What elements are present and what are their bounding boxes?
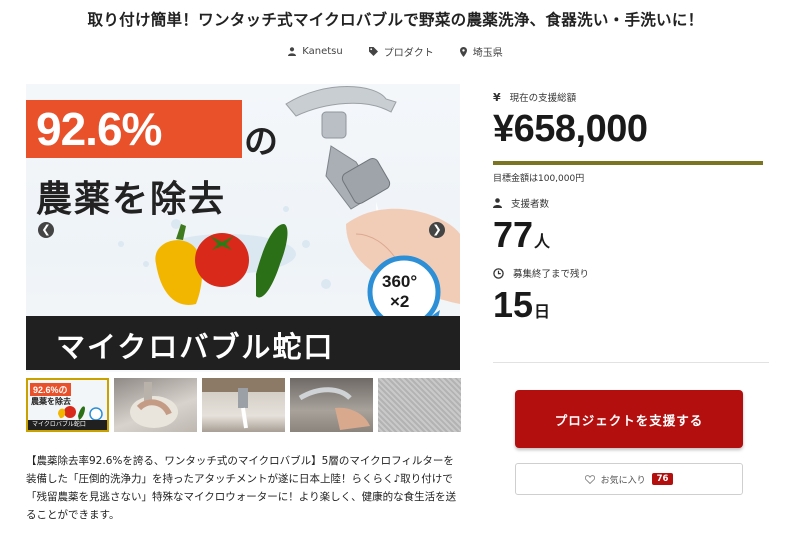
project-title: 取り付け簡単！ワンタッチ式マイクロバブルで野菜の農薬洗浄、食器洗い・手洗いに！	[87, 11, 704, 29]
thumbnail-4[interactable]	[290, 378, 373, 432]
support-project-button[interactable]: プロジェクトを支援する	[515, 390, 743, 448]
carousel-prev-button[interactable]: ❮	[38, 222, 54, 238]
location-name: 埼玉県	[472, 48, 503, 59]
hero-image[interactable]: 92.6% の 農薬を除去 360° ×2 マイクロバブル蛇口	[26, 84, 460, 372]
hero-percentage-badge: 92.6%	[26, 100, 242, 158]
funding-stats: ¥ 現在の支援総額 ¥658,000 目標金額は100,000円 支援者数 77…	[493, 90, 769, 326]
user-icon	[288, 47, 297, 56]
backers-label: 支援者数	[511, 199, 550, 210]
favorite-count-badge: 76	[651, 473, 674, 485]
backers-unit: 人	[534, 234, 551, 251]
thumbnail-3[interactable]	[202, 378, 285, 432]
thumbnail-strip: 92.6%の 農薬を除去 マイクロバブル蛇口	[26, 378, 461, 432]
thumbnail-2-image	[130, 382, 178, 428]
raised-amount: ¥658,000	[493, 108, 648, 150]
chevron-left-icon: ❮	[41, 223, 51, 236]
thumbnail-5[interactable]	[378, 378, 461, 432]
user-icon	[493, 198, 502, 208]
hero-banner-text: マイクロバブル蛇口	[56, 330, 335, 364]
chevron-right-icon: ❯	[432, 223, 442, 236]
favorite-button[interactable]: お気に入り 76	[515, 463, 743, 495]
author-link[interactable]: Kanetsu	[288, 44, 343, 59]
project-meta: Kanetsu プロダクト 埼玉県	[0, 44, 791, 59]
goal-text: 目標金額は100,000円	[493, 174, 585, 184]
raised-label: 現在の支援総額	[509, 93, 577, 104]
heart-icon	[584, 474, 595, 484]
rotation-badge-bottom: ×2	[390, 292, 410, 311]
author-name: Kanetsu	[302, 46, 343, 57]
remaining-unit: 日	[534, 304, 551, 321]
remaining-number: 15	[493, 284, 534, 325]
hero-percentage-text: 92.6%	[36, 103, 162, 155]
remaining-label-row: 募集終了まで残り	[493, 266, 769, 280]
thumbnail-1[interactable]: 92.6%の 農薬を除去 マイクロバブル蛇口	[26, 378, 109, 432]
favorite-label: お気に入り	[600, 475, 646, 486]
hero-headline: 農薬を除去	[36, 179, 227, 220]
rotation-badge-top: 360°	[382, 272, 418, 291]
raised-label-row: ¥ 現在の支援総額	[493, 90, 769, 105]
backers-label-row: 支援者数	[493, 196, 769, 210]
funding-progress-bar	[493, 161, 763, 165]
remaining-label: 募集終了まで残り	[513, 269, 590, 280]
thumbnail-2[interactable]	[114, 378, 197, 432]
clock-icon	[493, 267, 504, 279]
thumbnail-4-image	[298, 387, 370, 430]
tag-icon	[368, 47, 378, 56]
map-pin-icon	[459, 46, 467, 57]
category-name: プロダクト	[383, 48, 434, 59]
yen-icon: ¥	[493, 90, 501, 104]
backers-count: 77人	[493, 214, 769, 256]
location-link[interactable]: 埼玉県	[459, 44, 503, 59]
thumbnail-1-banner: マイクロバブル蛇口	[28, 420, 107, 430]
remaining-count: 15日	[493, 284, 769, 326]
category-link[interactable]: プロダクト	[368, 44, 434, 59]
thumbnail-3-image	[202, 378, 285, 429]
stats-divider	[493, 362, 769, 363]
backers-number: 77	[493, 214, 534, 255]
hero-no-text: の	[244, 122, 278, 162]
hero-banner: マイクロバブル蛇口	[26, 316, 460, 370]
project-description: 【農薬除去率92.6%を誇る、ワンタッチ式のマイクロバブル】5層のマイクロフィル…	[26, 455, 457, 521]
carousel-next-button[interactable]: ❯	[429, 222, 445, 238]
